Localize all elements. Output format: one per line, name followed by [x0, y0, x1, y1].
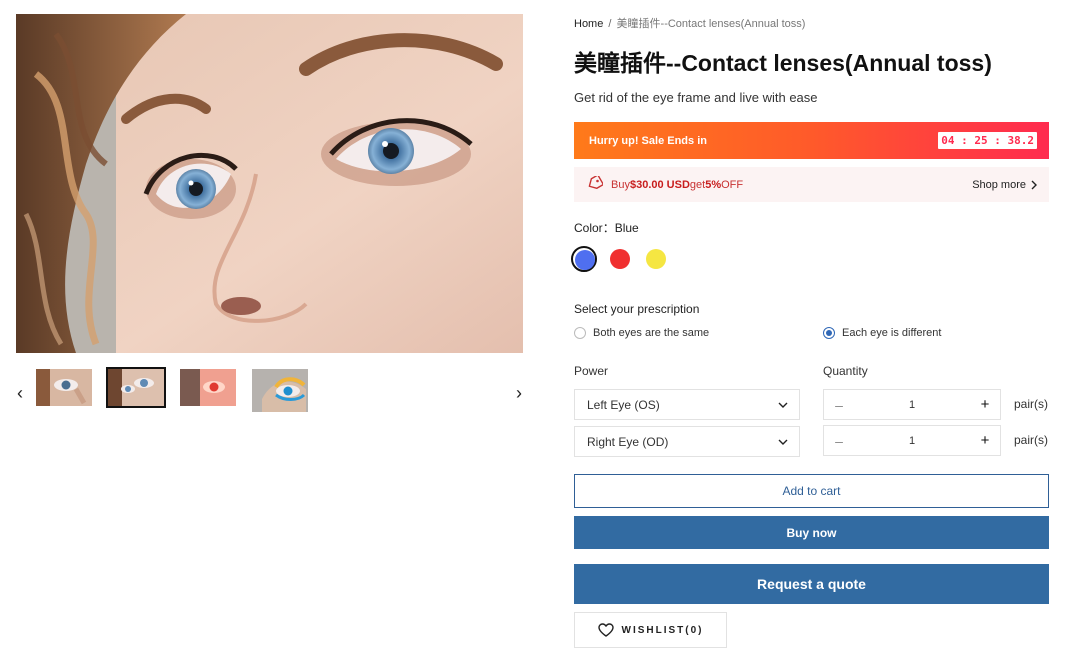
request-quote-button[interactable]: Request a quote	[574, 564, 1049, 604]
sale-countdown-bar: Hurry up! Sale Ends in 04 : 25 : 38.2	[574, 122, 1049, 159]
quantity-increase-button[interactable]: +	[978, 432, 992, 449]
swatch-blue-dot	[575, 250, 595, 270]
buy-now-button[interactable]: Buy now	[574, 516, 1049, 549]
chevron-down-icon	[778, 402, 788, 408]
promo-amount: $30.00 USD	[629, 178, 690, 191]
right-eye-quantity-stepper: – 1 +	[823, 425, 1001, 456]
quantity-unit-label: pair(s)	[1014, 397, 1049, 411]
radio-both-eyes-same[interactable]: Both eyes are the same	[574, 327, 709, 339]
gallery-thumb-1[interactable]	[36, 369, 92, 406]
left-eye-power-select[interactable]: Left Eye (OS)	[574, 389, 800, 420]
prescription-label: Select your prescription	[574, 302, 700, 316]
quantity-decrease-button[interactable]: –	[832, 433, 846, 449]
promo-suffix: OFF	[721, 178, 744, 191]
promo-prefix: Buy	[611, 178, 630, 191]
product-title: 美瞳插件--Contact lenses(Annual toss)	[574, 50, 992, 76]
swatch-yellow-dot	[646, 249, 666, 269]
product-subtitle: Get rid of the eye frame and live with e…	[574, 90, 818, 105]
shop-more-label: Shop more	[972, 178, 1026, 191]
radio-circle	[574, 327, 586, 339]
right-eye-power-select[interactable]: Right Eye (OD)	[574, 426, 800, 457]
sale-timer: 04 : 25 : 38.2	[938, 132, 1037, 149]
quantity-decrease-button[interactable]: –	[832, 397, 846, 413]
heart-icon	[597, 623, 614, 637]
swatch-red[interactable]	[607, 246, 633, 272]
add-to-cart-button[interactable]: Add to cart	[574, 474, 1049, 508]
gallery-thumb-4[interactable]	[252, 369, 308, 412]
promo-text: Buy $30.00 USD get 5% OFF	[587, 174, 744, 193]
swatch-yellow[interactable]	[643, 246, 669, 272]
color-label-text: Color	[574, 221, 603, 235]
chevron-down-icon	[778, 439, 788, 445]
breadcrumb-current: 美瞳插件--Contact lenses(Annual toss)	[616, 18, 806, 30]
radio-each-eye-label: Each eye is different	[842, 327, 942, 339]
breadcrumb-separator: /	[608, 18, 612, 30]
left-eye-power-value: Left Eye (OS)	[587, 397, 660, 412]
promo-mid: get	[689, 178, 706, 191]
promo-percent: 5%	[705, 178, 722, 191]
wishlist-button[interactable]: WISHLIST(0)	[574, 612, 727, 648]
right-eye-power-value: Right Eye (OD)	[587, 434, 669, 449]
swatch-red-dot	[610, 249, 630, 269]
promo-banner: Buy $30.00 USD get 5% OFF Shop more	[574, 167, 1049, 202]
wishlist-label: WISHLIST(0)	[621, 624, 704, 636]
radio-each-eye-different[interactable]: Each eye is different	[823, 327, 941, 339]
breadcrumb-home-link[interactable]: Home	[574, 18, 603, 30]
gallery-next-arrow[interactable]: ›	[511, 383, 527, 403]
shop-more-link[interactable]: Shop more	[972, 179, 1037, 191]
tag-icon	[587, 174, 611, 193]
quantity-unit-label: pair(s)	[1014, 433, 1049, 447]
quantity-increase-button[interactable]: +	[978, 396, 992, 413]
sale-label: Hurry up! Sale Ends in	[589, 134, 707, 147]
gallery-thumb-2[interactable]	[106, 367, 166, 408]
chevron-right-icon	[1031, 180, 1037, 189]
radio-circle-selected	[823, 327, 835, 339]
quantity-value[interactable]: 1	[909, 399, 915, 411]
color-selected-value: Blue	[614, 221, 639, 235]
color-label: Color：Blue	[574, 219, 639, 236]
gallery-prev-arrow[interactable]: ‹	[12, 383, 28, 403]
breadcrumb: Home / 美瞳插件--Contact lenses(Annual toss)	[574, 15, 805, 31]
product-main-image[interactable]	[16, 14, 523, 353]
quantity-label: Quantity	[823, 364, 868, 378]
quantity-value[interactable]: 1	[909, 435, 915, 447]
left-eye-quantity-stepper: – 1 +	[823, 389, 1001, 420]
radio-both-eyes-label: Both eyes are the same	[593, 327, 710, 339]
gallery-thumb-3[interactable]	[180, 369, 236, 406]
power-label: Power	[574, 364, 609, 378]
color-label-separator: ：	[602, 221, 615, 235]
swatch-blue[interactable]	[571, 246, 597, 272]
